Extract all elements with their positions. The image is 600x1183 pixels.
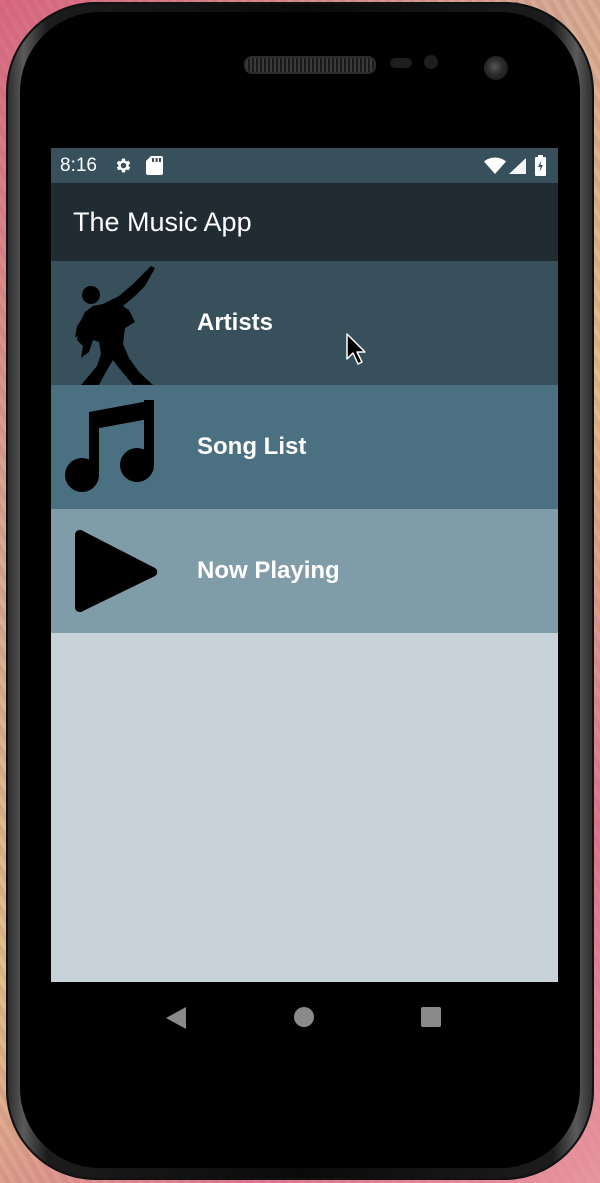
menu-item-label: Artists [197,309,274,336]
status-time: 8:16 [60,155,97,176]
recents-icon[interactable] [421,1007,441,1032]
front-camera [484,56,508,80]
music-note-icon [64,400,156,501]
status-bar: 8:16 [51,148,558,183]
light-sensor [424,55,438,69]
proximity-sensor [390,58,412,68]
empty-content-area [51,633,558,982]
settings-icon [114,156,133,180]
back-icon[interactable] [166,1007,186,1034]
navigation-bar [51,982,558,1051]
earpiece-speaker [244,56,376,74]
mouse-cursor-icon [346,333,366,370]
wifi-icon [484,157,506,179]
sd-card-icon [146,156,163,180]
battery-icon [535,155,546,181]
play-icon [74,530,158,617]
menu-item-song-list[interactable]: Song List [51,385,558,509]
menu-item-artists[interactable]: Artists [51,261,558,385]
menu-item-label: Song List [197,433,307,460]
app-title: The Music App [73,207,252,237]
home-icon[interactable] [294,1007,314,1032]
app-bar: The Music App [51,183,558,261]
menu-item-now-playing[interactable]: Now Playing [51,509,558,633]
device-screen: 8:16 The Music App Artists Song List Now… [51,148,558,1051]
menu-item-label: Now Playing [197,557,340,584]
dancer-silhouette-icon [73,266,157,385]
signal-icon [509,158,526,179]
